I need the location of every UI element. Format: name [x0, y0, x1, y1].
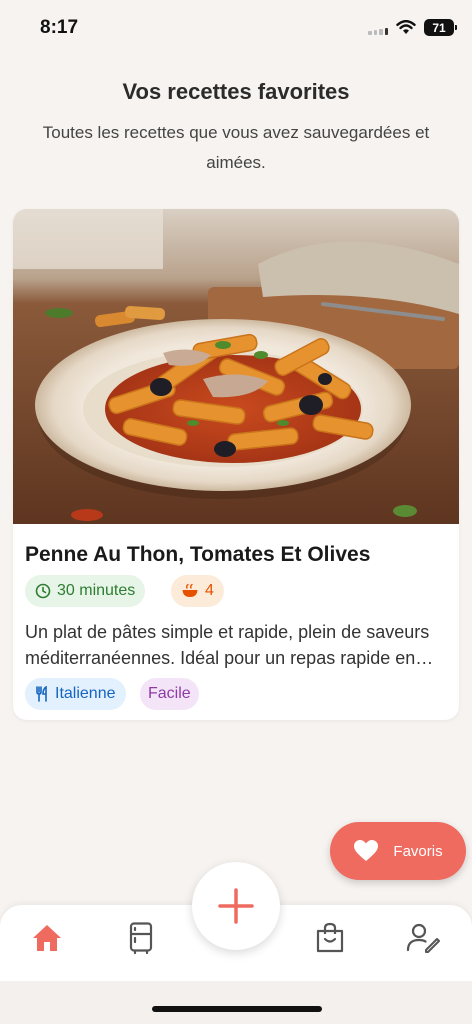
status-bar: 8:17 71: [0, 0, 472, 56]
bottom-safe-area: [0, 981, 472, 1024]
servings-chip: 4: [171, 575, 224, 607]
nav-home[interactable]: [30, 921, 64, 955]
shopping-bag-icon: [316, 922, 344, 953]
nav-profile[interactable]: [406, 921, 440, 955]
add-recipe-button[interactable]: [192, 862, 280, 950]
utensils-icon: [36, 686, 47, 702]
wifi-icon: [396, 20, 416, 34]
status-time: 8:17: [40, 17, 79, 38]
difficulty-label: Facile: [148, 685, 191, 702]
cooking-time-chip: 30 minutes: [25, 575, 146, 607]
favorites-button[interactable]: Favoris: [330, 822, 466, 880]
clock-icon: [35, 583, 51, 599]
cooking-time-label: 30 minutes: [57, 582, 136, 599]
status-icons: 71: [368, 19, 457, 36]
recipe-card[interactable]: Penne Au Thon, Tomates Et Olives 30 minu…: [13, 209, 459, 720]
home-indicator[interactable]: [152, 1006, 322, 1012]
signal-icon: [368, 21, 388, 35]
difficulty-chip: Facile: [140, 678, 199, 710]
battery-icon: 71: [424, 19, 457, 36]
heart-icon: [354, 840, 379, 861]
user-edit-icon: [406, 923, 440, 953]
page-subtitle: Toutes les recettes que vous avez sauveg…: [42, 123, 430, 172]
favorites-button-label: Favoris: [393, 842, 443, 860]
plus-icon: [218, 888, 254, 924]
cuisine-chip: Italienne: [25, 678, 126, 710]
nav-fridge[interactable]: [124, 921, 158, 955]
page-title: Vos recettes favorites: [122, 79, 350, 104]
nav-shopping[interactable]: [313, 921, 347, 955]
recipe-image: [13, 209, 459, 524]
recipe-description: Un plat de pâtes simple et rapide, plein…: [25, 622, 430, 668]
home-icon: [33, 925, 61, 951]
fridge-icon: [129, 922, 153, 954]
recipe-title: Penne Au Thon, Tomates Et Olives: [25, 543, 371, 566]
cuisine-label: Italienne: [55, 685, 116, 702]
bowl-icon: [182, 583, 198, 597]
servings-label: 4: [205, 582, 214, 599]
